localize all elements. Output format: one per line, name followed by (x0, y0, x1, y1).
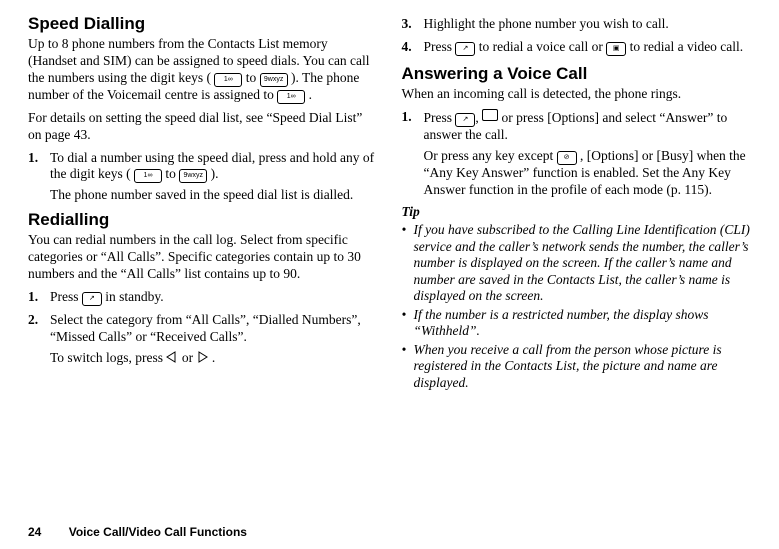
text: Press (424, 110, 456, 125)
tip-list: • If you have subscribed to the Calling … (402, 222, 752, 391)
right-column: 3. Highlight the phone number you wish t… (402, 14, 752, 517)
speed-paragraph-2: For details on setting the speed dial li… (28, 110, 378, 144)
step-sub: The phone number saved in the speed dial… (50, 187, 378, 204)
step-sub: To switch logs, press or . (50, 350, 378, 368)
redial-step-1: 1. Press ↗ in standby. (28, 289, 378, 306)
redial-step-3: 3. Highlight the phone number you wish t… (402, 16, 752, 33)
step-number: 3. (402, 16, 416, 33)
step-body: Select the category from “All Calls”, “D… (50, 312, 378, 368)
tip-text: If you have subscribed to the Calling Li… (414, 222, 752, 304)
center-key-icon (482, 109, 498, 121)
page: Speed Dialling Up to 8 phone numbers fro… (0, 0, 779, 549)
text: Press (50, 289, 82, 304)
columns: Speed Dialling Up to 8 phone numbers fro… (28, 14, 751, 517)
text: to (246, 70, 260, 85)
step-number: 1. (28, 150, 42, 205)
redial-step-4: 4. Press ↗ to redial a voice call or ▣ t… (402, 39, 752, 56)
step-sub: Or press any key except ⊘ , [Options] or… (424, 148, 752, 199)
step-body: Press ↗, or press [Options] and select “… (424, 109, 752, 199)
tip-item: • When you receive a call from the perso… (402, 342, 752, 391)
left-arrow-icon (166, 351, 178, 368)
right-arrow-icon (196, 351, 208, 368)
bullet-icon: • (402, 342, 410, 391)
keycap-1-icon: 1∞ (277, 90, 305, 104)
tip-item: • If the number is a restricted number, … (402, 307, 752, 340)
redial-steps: 1. Press ↗ in standby. 2. Select the cat… (28, 289, 378, 368)
tip-text: When you receive a call from the person … (414, 342, 752, 391)
step-body: Press ↗ in standby. (50, 289, 378, 306)
text: . (212, 350, 215, 365)
send-key-icon: ↗ (82, 292, 102, 306)
footer-title: Voice Call/Video Call Functions (69, 525, 247, 539)
text: to (165, 166, 179, 181)
text: or (182, 350, 197, 365)
text: . (309, 87, 312, 102)
tip-item: • If you have subscribed to the Calling … (402, 222, 752, 304)
step-body: To dial a number using the speed dial, p… (50, 150, 378, 205)
heading-answering: Answering a Voice Call (402, 64, 752, 84)
redial-paragraph-1: You can redial numbers in the call log. … (28, 232, 378, 283)
step-number: 4. (402, 39, 416, 56)
bullet-icon: • (402, 307, 410, 340)
end-key-icon: ⊘ (557, 151, 577, 165)
keycap-9-icon: 9wxyz (179, 169, 207, 183)
text: ). (211, 166, 219, 181)
text: To switch logs, press (50, 350, 166, 365)
step-body: Highlight the phone number you wish to c… (424, 16, 752, 33)
page-footer: 24 Voice Call/Video Call Functions (28, 517, 751, 549)
redial-steps-cont: 3. Highlight the phone number you wish t… (402, 16, 752, 56)
page-number: 24 (28, 525, 41, 539)
tip-text: If the number is a restricted number, th… (414, 307, 752, 340)
keycap-1-icon: 1∞ (214, 73, 242, 87)
answer-step-1: 1. Press ↗, or press [Options] and selec… (402, 109, 752, 199)
text: Or press any key except (424, 148, 557, 163)
keycap-9-icon: 9wxyz (260, 73, 288, 87)
speed-paragraph-1: Up to 8 phone numbers from the Contacts … (28, 36, 378, 104)
step-number: 1. (28, 289, 42, 306)
send-key-icon: ↗ (455, 113, 475, 127)
text: Press (424, 39, 456, 54)
left-column: Speed Dialling Up to 8 phone numbers fro… (28, 14, 378, 517)
text: to redial a voice call or (479, 39, 606, 54)
text: to redial a video call. (630, 39, 744, 54)
send-key-icon: ↗ (455, 42, 475, 56)
redial-step-2: 2. Select the category from “All Calls”,… (28, 312, 378, 368)
heading-redialling: Redialling (28, 210, 378, 230)
answer-paragraph-1: When an incoming call is detected, the p… (402, 86, 752, 103)
answer-steps: 1. Press ↗, or press [Options] and selec… (402, 109, 752, 199)
speed-step-1: 1. To dial a number using the speed dial… (28, 150, 378, 205)
text: , (475, 110, 482, 125)
keycap-1-icon: 1∞ (134, 169, 162, 183)
text: Select the category from “All Calls”, “D… (50, 312, 361, 344)
step-body: Press ↗ to redial a voice call or ▣ to r… (424, 39, 752, 56)
step-number: 2. (28, 312, 42, 368)
tip-heading: Tip (402, 204, 752, 220)
heading-speed-dialling: Speed Dialling (28, 14, 378, 34)
bullet-icon: • (402, 222, 410, 304)
text: in standby. (105, 289, 163, 304)
video-key-icon: ▣ (606, 42, 626, 56)
step-number: 1. (402, 109, 416, 199)
speed-steps: 1. To dial a number using the speed dial… (28, 150, 378, 205)
